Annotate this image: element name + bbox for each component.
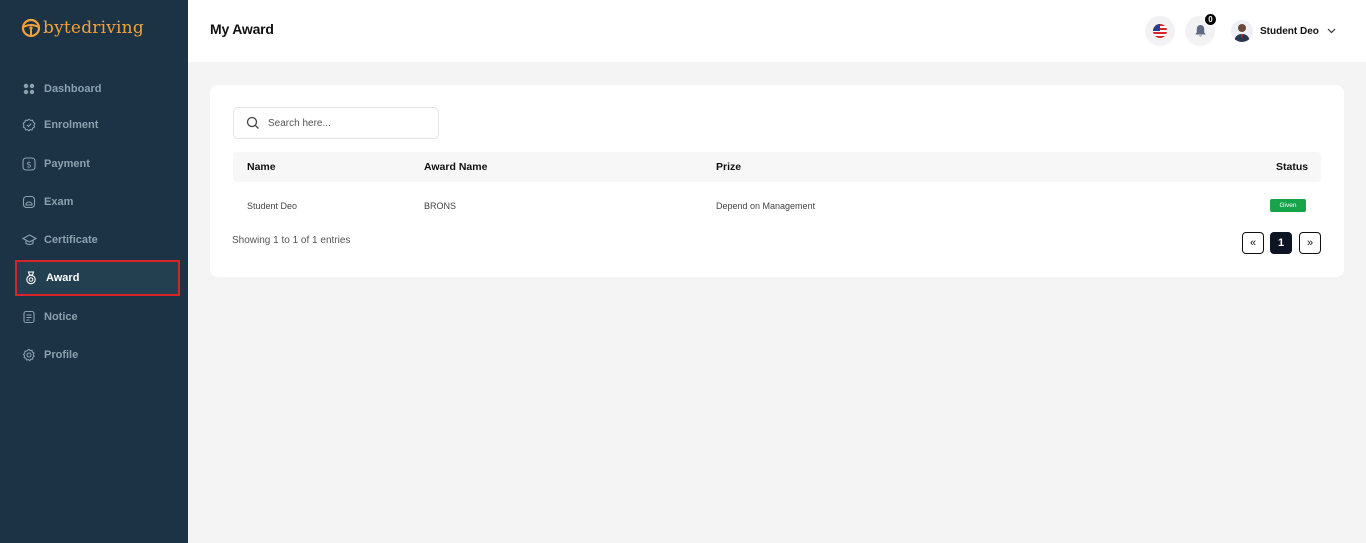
- pagination-prev-button[interactable]: «: [1242, 232, 1264, 254]
- page-title: My Award: [210, 21, 274, 37]
- sidebar-item-label: Payment: [44, 158, 90, 170]
- graduation-cap-icon: [21, 232, 37, 248]
- badge-check-icon: [21, 117, 37, 133]
- sidebar-item-label: Certificate: [44, 234, 98, 246]
- sidebar-item-label: Notice: [44, 311, 78, 323]
- search-icon: [246, 116, 259, 129]
- user-name: Student Deo: [1260, 25, 1319, 37]
- notifications-button[interactable]: 0: [1185, 13, 1217, 46]
- brand-logo[interactable]: bytedriving: [21, 16, 144, 40]
- cell-award-name: BRONS: [424, 201, 457, 211]
- brand-name: bytedriving: [43, 18, 144, 38]
- top-header: My Award 0 Student Deo: [188, 0, 1366, 62]
- us-flag-icon: [1153, 24, 1167, 38]
- column-header-prize[interactable]: Prize: [716, 161, 741, 173]
- sidebar-item-award[interactable]: Award: [15, 260, 180, 296]
- pagination-page-1[interactable]: 1: [1270, 232, 1292, 254]
- sidebar-item-profile[interactable]: Profile: [15, 337, 180, 373]
- sidebar-item-enrolment[interactable]: Enrolment: [15, 107, 180, 143]
- notification-count-badge: 0: [1204, 13, 1217, 26]
- gear-icon: [21, 347, 37, 363]
- sidebar-item-exam[interactable]: Exam: [15, 184, 180, 220]
- column-header-status[interactable]: Status: [1276, 161, 1308, 173]
- exam-icon: [21, 194, 37, 210]
- awards-card: Name Award Name Prize Status Student Deo…: [210, 85, 1344, 277]
- cell-prize: Depend on Management: [716, 201, 816, 211]
- sidebar-item-dashboard[interactable]: Dashboard: [15, 71, 180, 107]
- svg-text:$: $: [26, 160, 31, 170]
- entries-info: Showing 1 to 1 of 1 entries: [232, 235, 351, 246]
- column-header-name[interactable]: Name: [247, 161, 276, 173]
- user-menu[interactable]: Student Deo: [1231, 20, 1336, 42]
- sidebar-item-certificate[interactable]: Certificate: [15, 222, 180, 258]
- cell-name: Student Deo: [247, 201, 298, 211]
- steering-wheel-icon: [21, 18, 41, 38]
- avatar: [1231, 20, 1253, 42]
- pagination-next-button[interactable]: »: [1299, 232, 1321, 254]
- search-box[interactable]: [233, 107, 439, 139]
- search-input[interactable]: [268, 117, 428, 129]
- status-badge: Given: [1270, 199, 1306, 212]
- sidebar-item-payment[interactable]: $ Payment: [15, 146, 180, 182]
- sidebar-item-label: Exam: [44, 196, 74, 208]
- chevron-down-icon: [1327, 28, 1336, 34]
- sidebar-item-label: Award: [46, 272, 80, 284]
- table-header: Name Award Name Prize Status: [233, 152, 1321, 182]
- sidebar-item-notice[interactable]: Notice: [15, 299, 180, 335]
- notice-icon: [21, 309, 37, 325]
- grid-icon: [21, 81, 37, 97]
- sidebar: bytedriving Dashboard Enrolment $ Paymen…: [0, 0, 188, 543]
- sidebar-item-label: Profile: [44, 349, 79, 361]
- dollar-icon: $: [21, 156, 37, 172]
- award-icon: [23, 270, 39, 286]
- column-header-award-name[interactable]: Award Name: [424, 161, 487, 173]
- language-button[interactable]: [1145, 16, 1175, 46]
- sidebar-item-label: Dashboard: [44, 83, 102, 95]
- bell-icon: [1194, 25, 1206, 37]
- sidebar-item-label: Enrolment: [44, 119, 99, 131]
